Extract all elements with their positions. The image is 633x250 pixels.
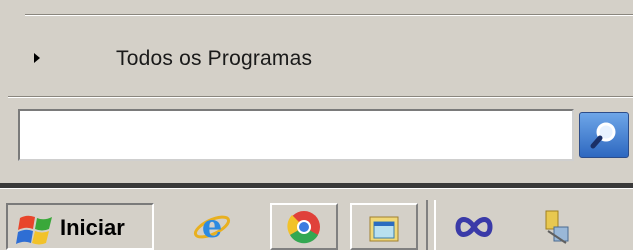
- quick-launch-internet-explorer[interactable]: e: [178, 203, 246, 250]
- ie-icon: e: [193, 207, 231, 245]
- svg-text:e: e: [202, 207, 222, 245]
- search-button[interactable]: [579, 112, 629, 158]
- quick-launch-chrome[interactable]: [270, 203, 338, 250]
- quick-launch-network-tool[interactable]: [522, 203, 590, 250]
- menu-divider-top: [25, 14, 633, 16]
- search-input[interactable]: [18, 109, 574, 161]
- submenu-arrow-icon: [34, 53, 40, 63]
- folder-window-icon: [369, 216, 399, 241]
- quick-launch-infinity-app[interactable]: [440, 203, 508, 250]
- all-programs-label: Todos os Programas: [116, 47, 313, 70]
- search-icon: [590, 122, 616, 149]
- menu-divider-search: [8, 96, 633, 98]
- chrome-icon: [287, 210, 320, 243]
- quick-launch-file-manager[interactable]: [350, 203, 418, 250]
- network-icon: [545, 210, 569, 244]
- all-programs-item[interactable]: Todos os Programas: [0, 34, 633, 86]
- taskbar-grip[interactable]: [426, 200, 436, 250]
- start-button-label: Iniciar: [60, 215, 125, 240]
- start-button[interactable]: Iniciar: [6, 203, 154, 250]
- infinity-icon: [455, 216, 493, 237]
- start-menu: Todos os Programas: [0, 0, 633, 183]
- taskbar-top-edge: [0, 183, 633, 189]
- windows-logo-icon: [16, 215, 52, 245]
